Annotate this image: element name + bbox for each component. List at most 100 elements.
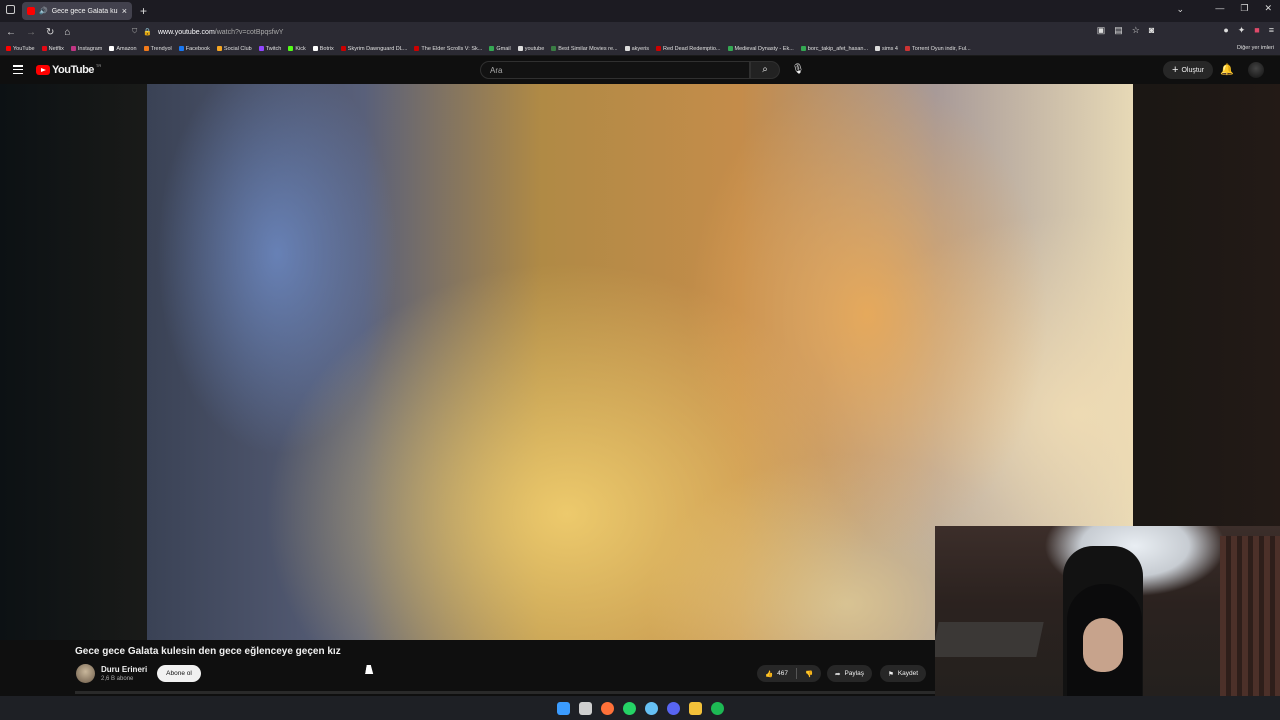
bookmark-label: Botrix: [319, 45, 334, 52]
like-thumb-icon[interactable]: 👍: [765, 670, 773, 678]
url-path: /watch?v=cotBpqsfwY: [214, 28, 284, 36]
country-code: TR: [95, 62, 102, 68]
browser-tab-youtube[interactable]: 🔊 Gece gece Galata kulesin d... ×: [22, 2, 132, 20]
like-divider: [795, 668, 797, 679]
search-icon[interactable]: [578, 701, 592, 715]
bookmark-item[interactable]: Instagram: [70, 46, 102, 52]
bookmark-item[interactable]: Botrix: [312, 45, 334, 52]
discord-icon[interactable]: [666, 701, 680, 715]
forward-arrow-icon[interactable]: →: [26, 27, 36, 38]
voice-search-mic-icon[interactable]: 🎙: [788, 61, 808, 79]
lock-icon[interactable]: 🔒: [143, 28, 152, 36]
youtube-logo[interactable]: YouTube TR: [36, 62, 102, 76]
hamburger-menu-icon[interactable]: [13, 65, 23, 74]
whatsapp-icon[interactable]: [622, 701, 636, 715]
bookmark-item[interactable]: Amazon: [109, 45, 137, 52]
bookmark-label: Torrent Oyun indir, Ful...: [911, 45, 971, 52]
bookmark-favicon-icon: [70, 46, 76, 51]
webcam-clothes-rack: [1220, 536, 1280, 696]
speaker-icon[interactable]: 🔊: [39, 7, 48, 15]
bookmark-label: The Elder Scrolls V: Sk...: [421, 45, 483, 52]
page-scroll-divider: [75, 691, 935, 694]
bookmark-favicon-icon: [414, 46, 420, 51]
bookmark-item[interactable]: YouTube: [6, 46, 35, 52]
subscriber-count: 2,6 B abone: [101, 676, 134, 682]
bookmark-item[interactable]: Torrent Oyun indir, Ful...: [904, 45, 971, 52]
bookmark-label: borc_takip_afet_hasan...: [807, 45, 869, 52]
bookmark-label: akyeris: [631, 45, 650, 52]
restore-button[interactable]: ❐: [1240, 3, 1248, 14]
bookmark-item[interactable]: Kick: [288, 45, 306, 52]
bookmark-item[interactable]: Skyrim Dawnguard DL...: [340, 46, 407, 52]
bookmark-label: Kick: [295, 45, 306, 52]
bookmark-item[interactable]: Medieval Dynasty - Ek...: [727, 46, 794, 52]
account-icon[interactable]: ●: [1223, 25, 1228, 36]
picture-in-picture-icon[interactable]: ▣: [1097, 25, 1106, 36]
youtube-wordmark: YouTube: [52, 64, 94, 76]
bookmark-item[interactable]: The Elder Scrolls V: Sk...: [414, 46, 482, 52]
extension-badge-icon[interactable]: ■: [1254, 25, 1259, 36]
tab-list-icon[interactable]: [6, 5, 15, 14]
bookmark-item[interactable]: youtube: [517, 46, 544, 52]
minimize-button[interactable]: —: [1215, 3, 1224, 14]
bookmark-favicon-icon: [178, 46, 184, 51]
address-bar[interactable]: ⛉ 🔒 www.youtube.com/watch?v=cotBpqsfwY: [132, 24, 1082, 40]
bookmark-label: Amazon: [116, 45, 137, 52]
bookmark-label: Social Club: [223, 45, 252, 52]
back-arrow-icon[interactable]: ←: [6, 27, 16, 38]
bookmark-item[interactable]: Social Club: [216, 45, 252, 52]
bookmark-item[interactable]: Facebook: [178, 46, 210, 52]
share-button[interactable]: ➦ Paylaş: [827, 665, 872, 682]
webcam-person-face: [1083, 618, 1123, 672]
tab-menu-chevron-icon[interactable]: ⌄: [1176, 4, 1184, 15]
bookmark-star-icon[interactable]: ☆: [1132, 25, 1140, 36]
like-count[interactable]: 467: [777, 670, 788, 677]
tab-title: Gece gece Galata kulesin d...: [51, 7, 118, 15]
notifications-bell-icon[interactable]: 🔔: [1220, 63, 1234, 76]
bookmark-label: YouTube: [13, 45, 35, 52]
screenshot-icon[interactable]: ◙: [1149, 25, 1154, 36]
home-icon[interactable]: ⌂: [64, 27, 70, 38]
steam-icon[interactable]: [644, 701, 658, 715]
bookmark-item[interactable]: Trendyol: [143, 45, 172, 52]
bookmark-label: sims 4: [882, 45, 898, 52]
channel-avatar[interactable]: [76, 664, 95, 683]
window-controls: — ❐ ✕: [1215, 3, 1272, 14]
firefox-icon[interactable]: [600, 701, 614, 715]
webcam-overlay: [935, 526, 1280, 720]
bookmark-favicon-icon: [517, 46, 523, 51]
file-explorer-icon[interactable]: [688, 701, 702, 715]
bookmark-item[interactable]: Best Similar Movies re...: [551, 46, 618, 52]
menu-icon[interactable]: ≡: [1269, 25, 1274, 36]
bookmark-item[interactable]: Netflix: [41, 46, 64, 52]
user-avatar[interactable]: [1248, 62, 1264, 78]
extensions-icon[interactable]: ✦: [1238, 25, 1246, 36]
browser-tab-bar: 🔊 Gece gece Galata kulesin d... × + ⌄ — …: [0, 0, 1280, 22]
save-button[interactable]: ⚑ Kaydet: [880, 665, 927, 682]
create-button[interactable]: + Oluştur: [1163, 61, 1213, 79]
spotify-icon[interactable]: [710, 701, 724, 715]
bookmark-item[interactable]: Twitch: [258, 46, 281, 52]
bookmark-item[interactable]: sims 4: [875, 46, 898, 52]
bookmark-favicon-icon: [288, 46, 294, 51]
bookmark-favicon-icon: [551, 46, 557, 51]
new-tab-button[interactable]: +: [140, 4, 147, 18]
windows-start-icon[interactable]: [556, 701, 570, 715]
windows-taskbar: [0, 696, 1280, 720]
bookmark-item[interactable]: Gmail: [489, 46, 511, 52]
reader-view-icon[interactable]: ▤: [1114, 25, 1123, 36]
bookmark-item[interactable]: borc_takip_afet_hasan...: [800, 45, 869, 52]
other-bookmarks-folder[interactable]: Diğer yer imleri: [1237, 45, 1274, 51]
search-button[interactable]: ⌕: [750, 61, 780, 79]
dislike-thumb-icon[interactable]: 👎: [805, 670, 813, 678]
bookmark-label: Trendyol: [150, 45, 172, 52]
close-window-button[interactable]: ✕: [1264, 3, 1272, 14]
channel-name[interactable]: Duru Erineri: [101, 665, 147, 674]
close-tab-icon[interactable]: ×: [122, 6, 127, 16]
search-input[interactable]: Ara: [480, 61, 750, 79]
shield-icon[interactable]: ⛉: [132, 28, 137, 36]
bookmark-item[interactable]: akyeris: [624, 45, 650, 52]
reload-icon[interactable]: ↻: [46, 27, 54, 38]
subscribe-button[interactable]: Abone ol: [157, 665, 201, 682]
bookmark-item[interactable]: Red Dead Redemptio...: [656, 46, 721, 52]
